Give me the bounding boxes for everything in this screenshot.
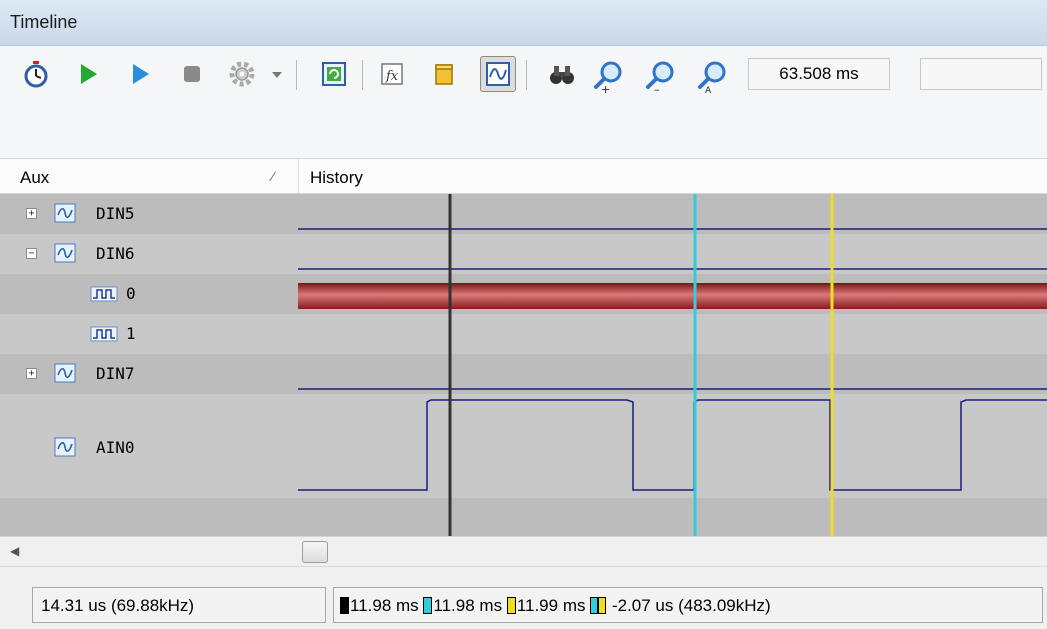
- play-green-icon[interactable]: [72, 58, 104, 90]
- horizontal-scrollbar[interactable]: ◀: [0, 536, 1047, 566]
- svg-text:+: +: [601, 83, 610, 94]
- cyan-cursor-value: 11.98 ms: [433, 596, 503, 615]
- zoom-auto-icon[interactable]: A: [696, 58, 732, 94]
- ain0-trace: [298, 399, 1047, 491]
- stopwatch-icon[interactable]: [20, 58, 52, 90]
- zoom-in-icon[interactable]: +: [592, 58, 628, 94]
- waveform-area[interactable]: [0, 194, 1047, 536]
- svg-text:fx: fx: [385, 69, 399, 84]
- scroll-thumb[interactable]: [302, 541, 328, 563]
- function-icon[interactable]: fx: [376, 58, 408, 90]
- zoom-out-icon[interactable]: –: [644, 58, 680, 94]
- status-cursors-box: 11.98 ms 11.98 ms 11.99 ms -2.07 us (483…: [333, 587, 1043, 623]
- toolbar-separator: [362, 60, 363, 90]
- column-divider[interactable]: [298, 159, 299, 193]
- status-cursor-readout: 11.98 ms 11.98 ms 11.99 ms -2.07 us (483…: [340, 596, 771, 616]
- stop-icon[interactable]: [176, 58, 208, 90]
- dropdown-arrow-icon[interactable]: [268, 58, 286, 90]
- delta-cyan-swatch: [590, 597, 599, 614]
- column-header: Aux ⁄ History: [0, 158, 1047, 194]
- yellow-cursor-value: 11.99 ms: [516, 596, 586, 615]
- black-cursor-swatch: [340, 597, 349, 614]
- status-period: 14.31 us (69.88kHz): [41, 596, 195, 615]
- time-span-field[interactable]: 63.508 ms: [748, 58, 890, 90]
- refresh-view-icon[interactable]: [318, 58, 350, 90]
- aux-column-header[interactable]: Aux: [20, 168, 49, 188]
- scroll-left-icon[interactable]: ◀: [10, 544, 19, 558]
- black-cursor-value: 11.98 ms: [350, 596, 419, 615]
- play-blue-icon[interactable]: [124, 58, 156, 90]
- toolbar-separator: [526, 60, 527, 90]
- cylinder-icon[interactable]: [428, 58, 460, 90]
- history-column-header[interactable]: History: [310, 168, 363, 188]
- waveform-toggle-icon[interactable]: [480, 56, 516, 92]
- sort-indicator-icon: ⁄: [272, 168, 275, 184]
- cyan-cursor-swatch: [423, 597, 433, 614]
- window-titlebar: Timeline: [0, 0, 1047, 46]
- status-bar: 14.31 us (69.88kHz) 11.98 ms 11.98 ms 11…: [0, 566, 1047, 629]
- status-period-box: 14.31 us (69.88kHz): [32, 587, 326, 623]
- window-title: Timeline: [10, 12, 78, 32]
- din6-bit0-trace: [298, 283, 1047, 309]
- toolbar-separator: [296, 60, 297, 90]
- svg-text:A: A: [705, 86, 712, 94]
- svg-text:–: –: [654, 83, 660, 94]
- delta-yellow-swatch: [598, 597, 607, 614]
- binoculars-icon[interactable]: [546, 58, 578, 90]
- secondary-field[interactable]: [920, 58, 1042, 90]
- gear-icon[interactable]: [226, 58, 258, 90]
- yellow-cursor-swatch: [506, 597, 516, 614]
- toolbar: fx + – A 63.508 ms: [0, 46, 1047, 158]
- delta-value: -2.07 us (483.09kHz): [611, 596, 771, 615]
